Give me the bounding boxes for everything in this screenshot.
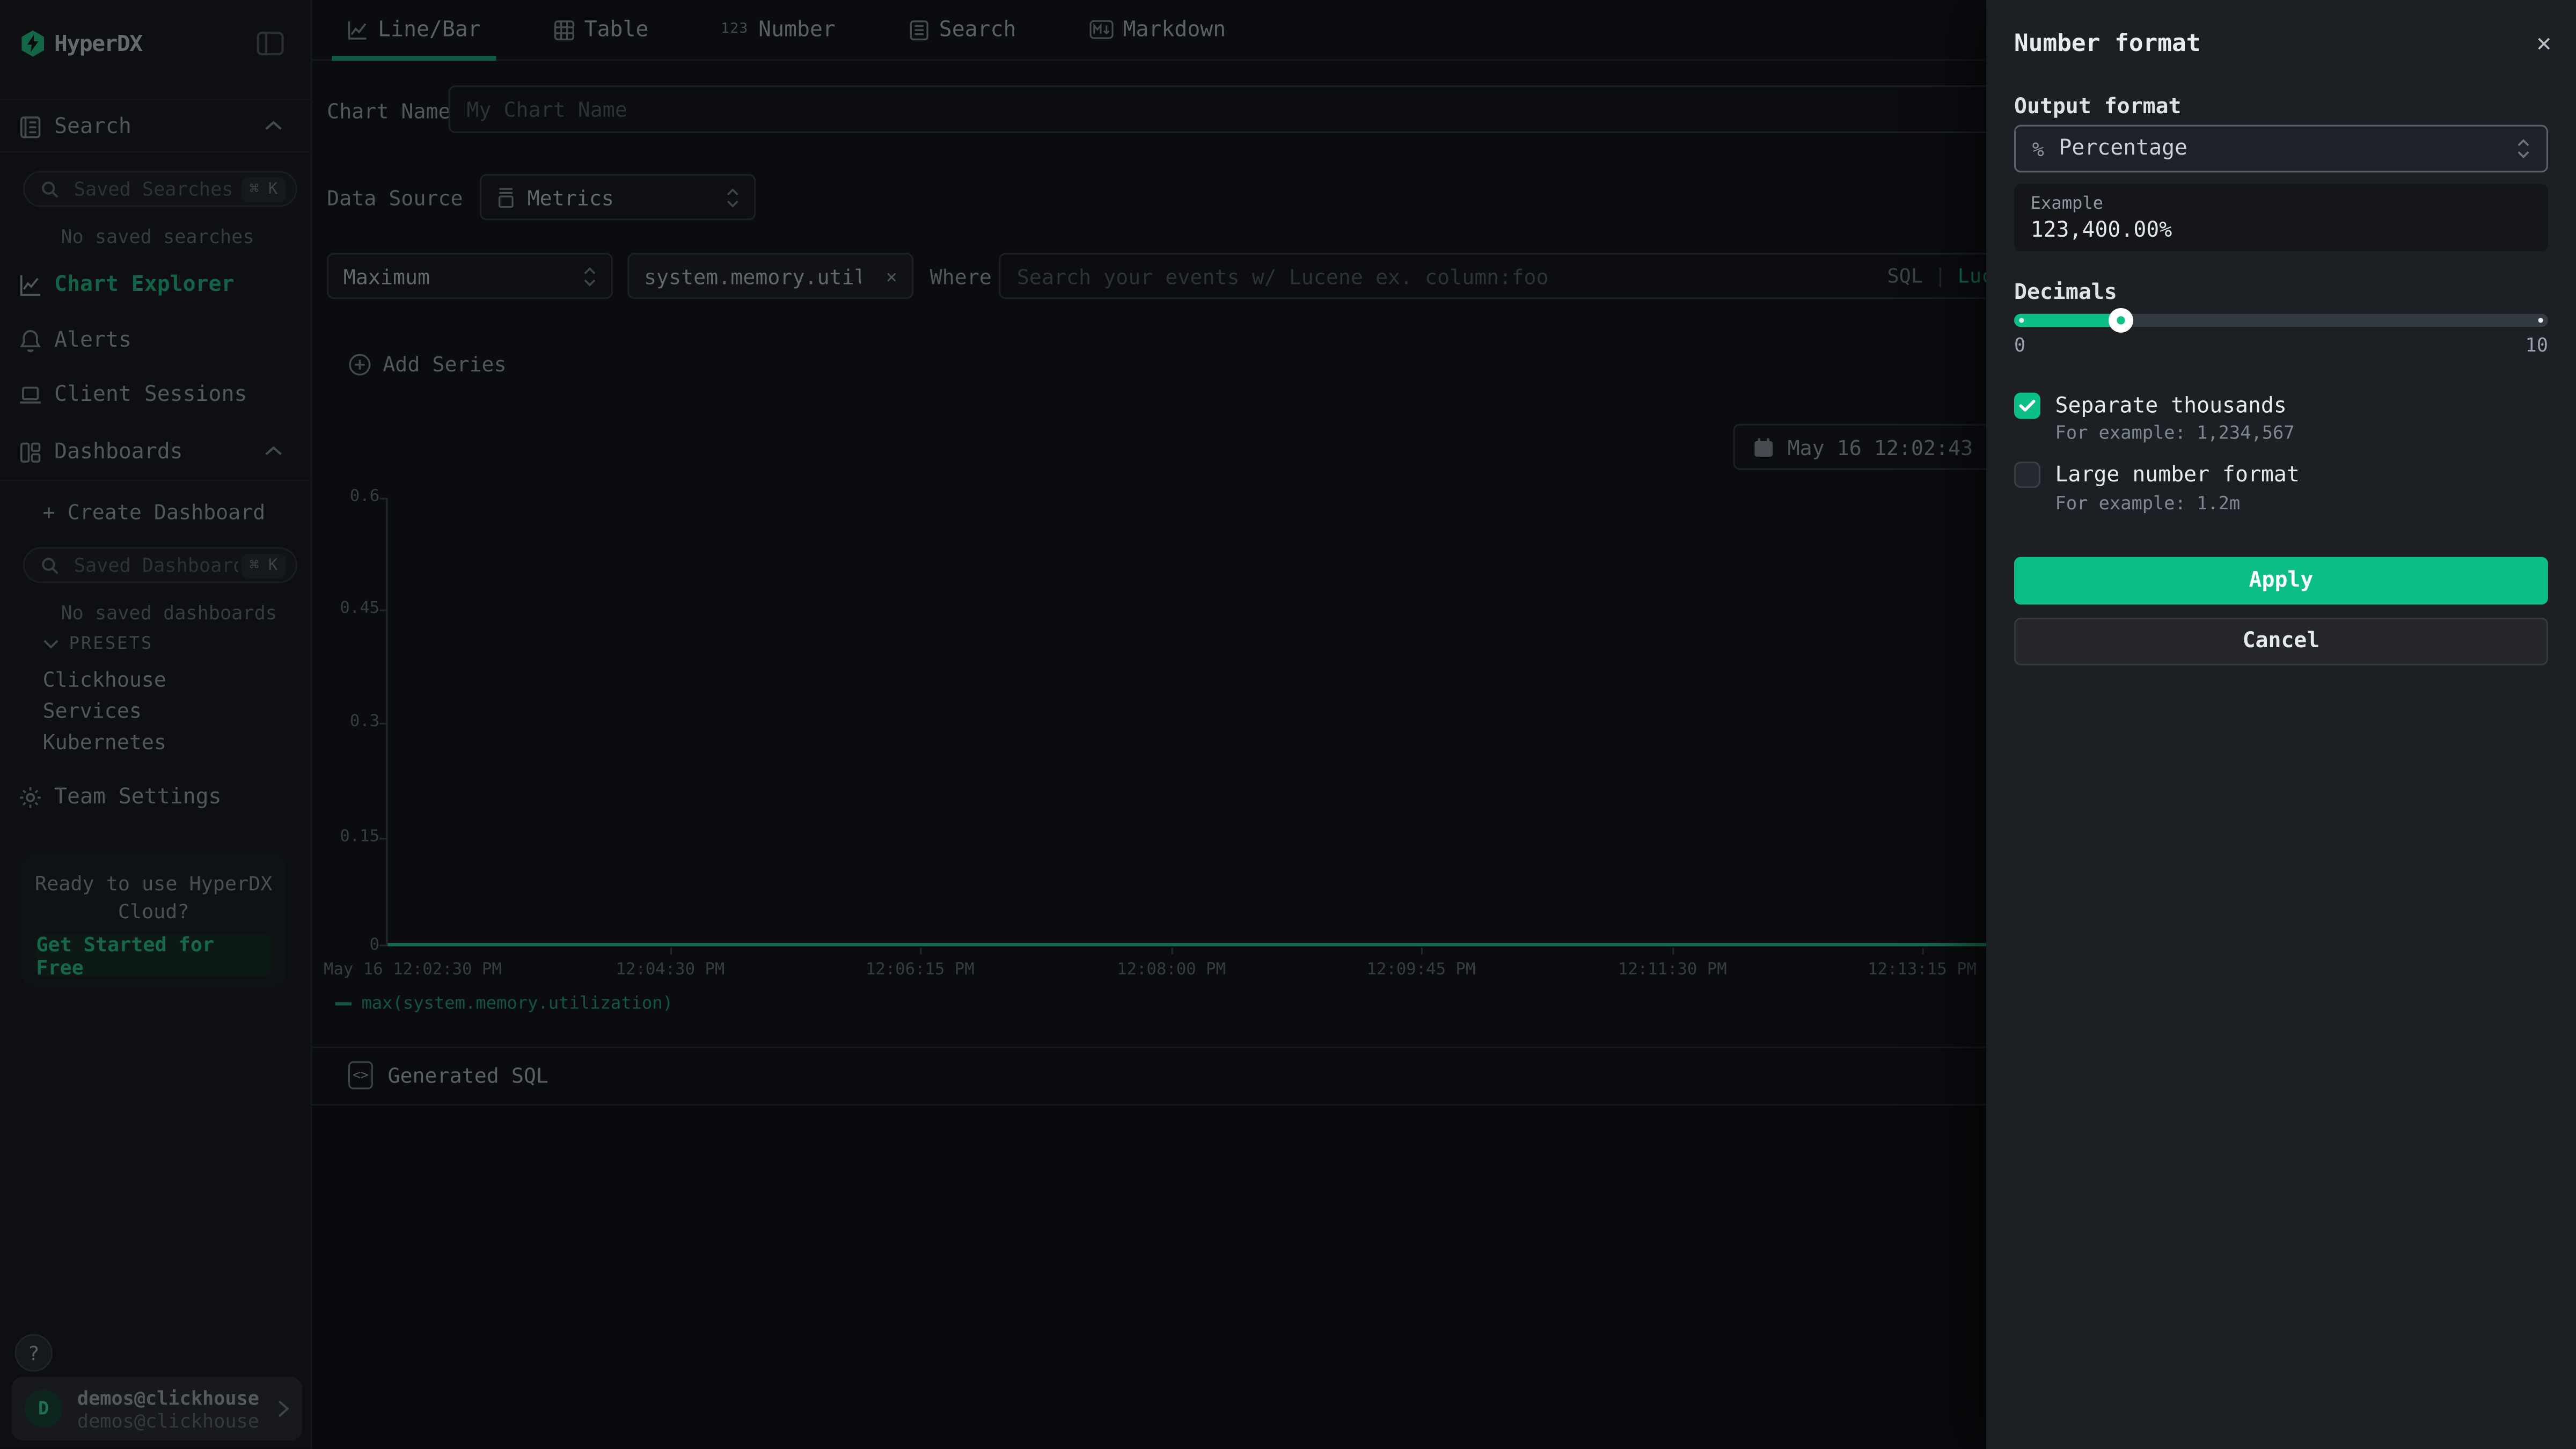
example-label: Example [2031,194,2532,214]
slider-min-label: 0 [2014,333,2025,356]
separate-thousands-label: Separate thousands [2055,393,2287,418]
separate-thousands-checkbox[interactable] [2014,393,2040,419]
apply-button[interactable]: Apply [2014,557,2548,605]
hyperdx-app: HyperDX Search ⌘ K No saved searches [0,0,2576,1449]
check-icon [2019,399,2036,412]
drawer-title: Number format [2014,31,2200,57]
slider-max-label: 10 [2525,333,2548,356]
select-chevrons-icon [2517,138,2530,159]
decimals-label: Decimals [2014,281,2117,305]
separate-thousands-row[interactable]: Separate thousands [2014,393,2287,419]
large-number-hint: For example: 1.2m [2055,493,2241,514]
large-number-label: Large number format [2055,463,2300,487]
decimals-slider[interactable] [2014,314,2548,327]
decimals-slider-thumb[interactable] [2109,308,2133,333]
cancel-button[interactable]: Cancel [2014,618,2548,665]
example-value: 123,400.00% [2031,218,2532,243]
format-example-card: Example 123,400.00% [2014,184,2548,252]
large-number-checkbox[interactable] [2014,462,2040,488]
percentage-icon: % [2032,137,2044,160]
separate-thousands-hint: For example: 1,234,567 [2055,422,2295,444]
large-number-row[interactable]: Large number format [2014,462,2300,488]
close-icon[interactable]: ✕ [2536,28,2551,57]
output-format-select[interactable]: % Percentage [2014,125,2548,173]
number-format-drawer: Number format ✕ Output format % Percenta… [1986,0,2576,1449]
output-format-value: Percentage [2059,136,2502,161]
output-format-label: Output format [2014,96,2181,120]
decimals-slider-fill [2014,314,2121,327]
